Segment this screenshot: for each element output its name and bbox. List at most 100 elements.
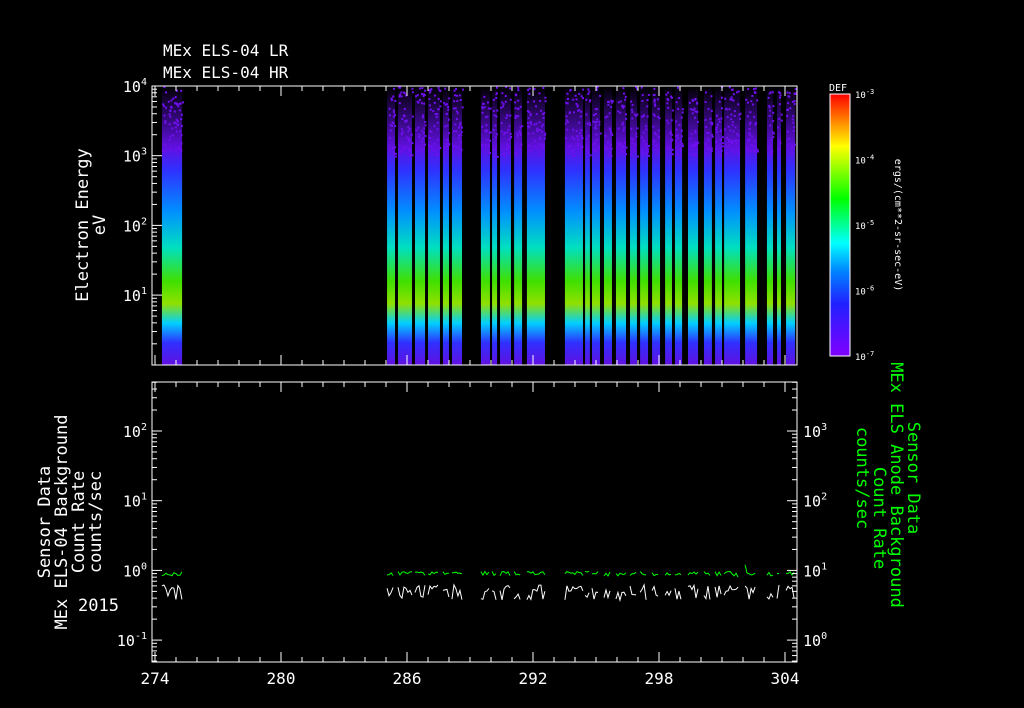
- noise-pixel: [736, 149, 739, 152]
- noise-pixel: [720, 96, 723, 99]
- noise-pixel: [653, 100, 656, 103]
- noise-pixel: [669, 130, 672, 133]
- y-right-tick-label: 103: [803, 422, 827, 441]
- noise-pixel: [422, 132, 425, 135]
- noise-pixel: [721, 136, 724, 139]
- noise-pixel: [707, 139, 710, 142]
- noise-pixel: [678, 97, 681, 100]
- noise-pixel: [620, 150, 623, 153]
- noise-pixel: [786, 130, 789, 133]
- noise-pixel: [461, 88, 464, 91]
- noise-pixel: [543, 112, 546, 115]
- els04-background-line: [513, 593, 521, 600]
- noise-pixel: [635, 132, 638, 135]
- noise-pixel: [653, 98, 656, 101]
- noise-pixel: [421, 130, 424, 133]
- noise-pixel: [592, 120, 595, 123]
- noise-pixel: [633, 149, 636, 152]
- noise-pixel: [666, 147, 669, 150]
- noise-pixel: [580, 137, 583, 140]
- noise-pixel: [793, 126, 796, 129]
- noise-pixel: [459, 140, 462, 143]
- els04-background-line: [629, 585, 637, 596]
- noise-pixel: [509, 132, 512, 135]
- noise-pixel: [653, 87, 656, 90]
- noise-pixel: [532, 132, 535, 135]
- noise-pixel: [734, 151, 737, 154]
- colorbar-tick-label: 10-7: [855, 350, 874, 363]
- noise-pixel: [435, 153, 438, 156]
- noise-pixel: [447, 140, 450, 143]
- noise-pixel: [436, 121, 439, 124]
- noise-pixel: [434, 113, 437, 116]
- noise-pixel: [572, 151, 575, 154]
- noise-pixel: [517, 107, 520, 110]
- noise-pixel: [404, 145, 407, 148]
- noise-pixel: [715, 147, 718, 150]
- noise-pixel: [780, 113, 783, 116]
- anode-background-line: [687, 571, 699, 576]
- noise-pixel: [458, 134, 461, 137]
- spectrogram-band: [745, 86, 758, 365]
- noise-pixel: [617, 153, 620, 156]
- noise-pixel: [623, 141, 626, 144]
- noise-pixel: [786, 108, 789, 111]
- noise-pixel: [646, 115, 649, 118]
- noise-pixel: [608, 112, 611, 115]
- noise-pixel: [644, 142, 647, 145]
- noise-pixel: [168, 138, 171, 141]
- anode-background-line: [639, 571, 647, 576]
- noise-pixel: [535, 113, 538, 116]
- spectrogram-band: [442, 86, 449, 365]
- noise-pixel: [530, 123, 533, 126]
- noise-pixel: [411, 142, 414, 145]
- left-y-label: counts/sec: [86, 471, 106, 573]
- noise-pixel: [619, 111, 622, 114]
- noise-pixel: [767, 96, 770, 99]
- colorbar-tick-label: 10-3: [855, 88, 874, 101]
- noise-pixel: [677, 107, 680, 110]
- noise-pixel: [624, 98, 627, 101]
- y-left-tick-label: 10-1: [117, 631, 147, 650]
- noise-pixel: [435, 115, 438, 118]
- noise-pixel: [392, 115, 395, 118]
- noise-pixel: [544, 100, 547, 103]
- noise-pixel: [720, 154, 723, 157]
- noise-pixel: [401, 131, 404, 134]
- noise-pixel: [715, 126, 718, 129]
- noise-pixel: [417, 126, 420, 129]
- noise-pixel: [407, 130, 410, 133]
- noise-pixel: [656, 98, 659, 101]
- noise-pixel: [772, 120, 775, 123]
- noise-pixel: [410, 133, 413, 136]
- y-left-tick-label: 100: [123, 561, 147, 580]
- noise-pixel: [594, 112, 597, 115]
- anode-background-line: [584, 570, 590, 573]
- noise-pixel: [399, 93, 402, 96]
- noise-pixel: [460, 148, 463, 151]
- noise-pixel: [577, 142, 580, 145]
- noise-pixel: [481, 125, 484, 128]
- els04-background-line: [451, 583, 463, 600]
- noise-pixel: [753, 149, 756, 152]
- noise-pixel: [571, 149, 574, 152]
- noise-pixel: [610, 105, 613, 108]
- noise-pixel: [171, 127, 174, 130]
- noise-pixel: [165, 91, 168, 94]
- noise-pixel: [792, 121, 795, 124]
- noise-pixel: [675, 101, 678, 104]
- noise-pixel: [393, 152, 396, 155]
- noise-pixel: [587, 151, 590, 154]
- els04-background-line: [526, 584, 546, 601]
- noise-pixel: [609, 130, 612, 133]
- noise-pixel: [680, 116, 683, 119]
- noise-pixel: [733, 115, 736, 118]
- spectrogram-band: [674, 86, 683, 365]
- noise-pixel: [751, 94, 754, 97]
- noise-pixel: [695, 154, 698, 157]
- noise-pixel: [642, 131, 645, 134]
- noise-pixel: [536, 129, 539, 132]
- noise-pixel: [720, 138, 723, 141]
- noise-pixel: [437, 108, 440, 111]
- noise-pixel: [437, 97, 440, 100]
